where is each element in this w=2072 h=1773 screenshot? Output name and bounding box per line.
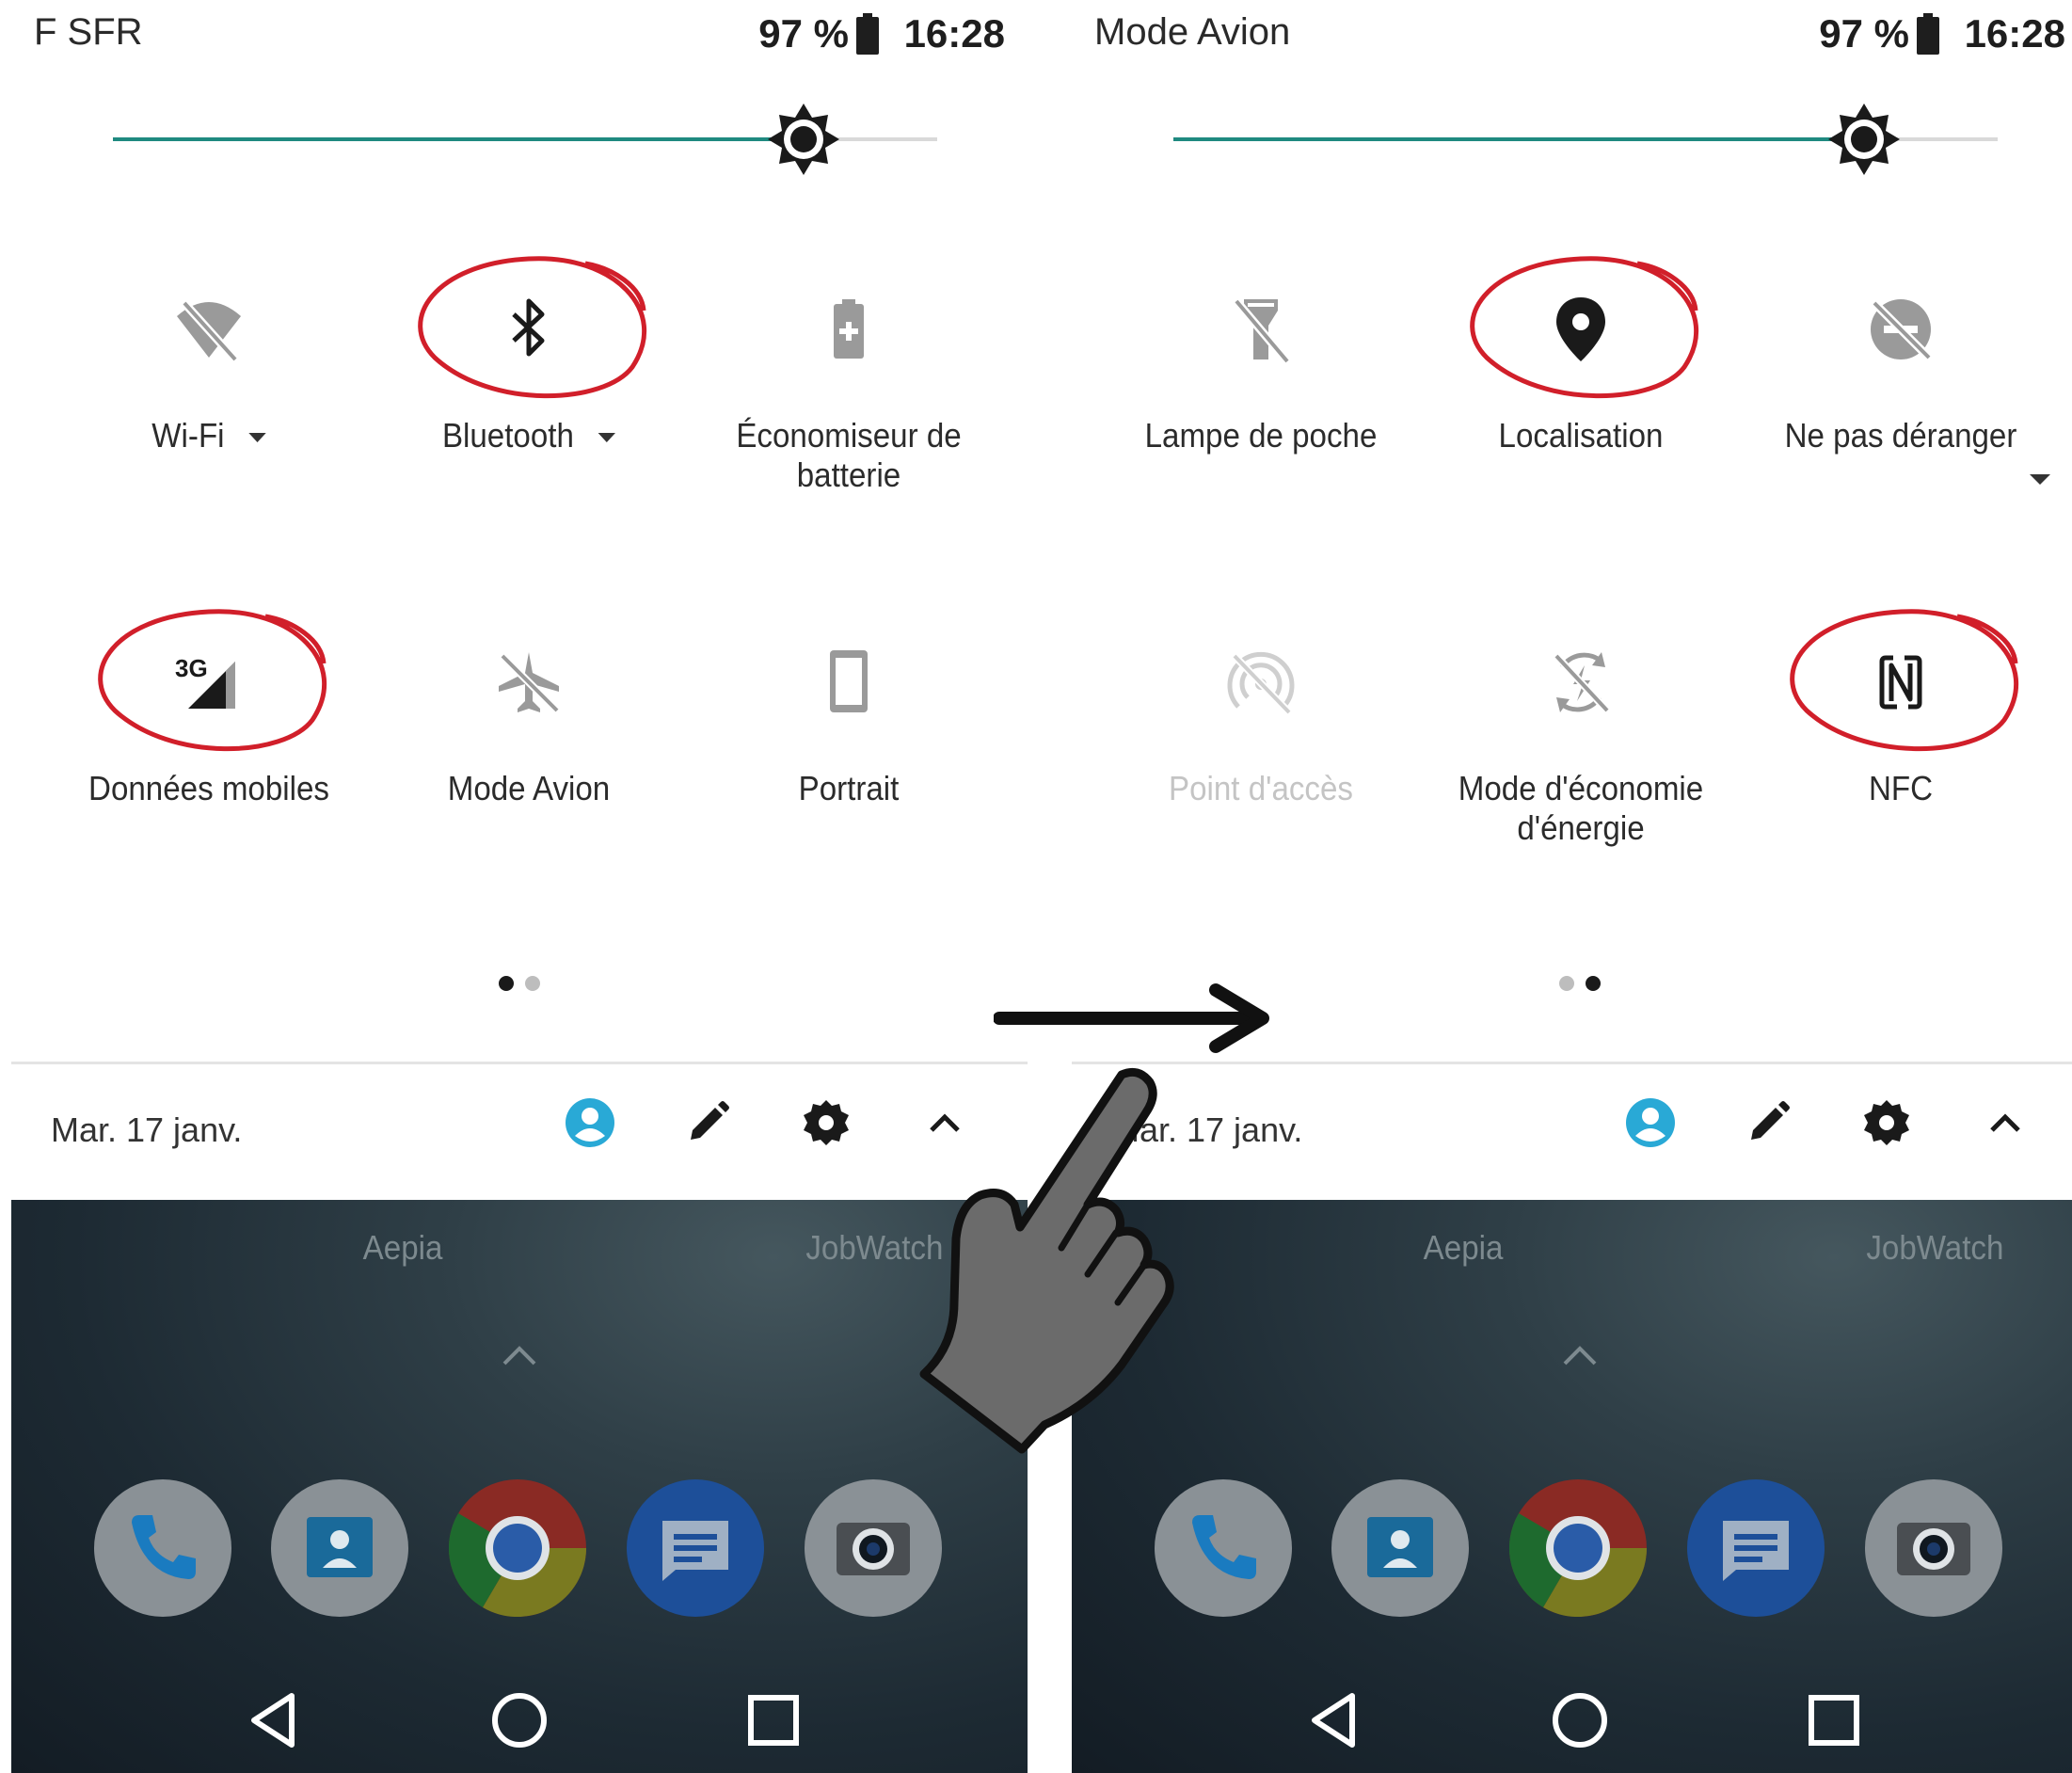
brightness-icon[interactable] bbox=[766, 102, 841, 177]
brightness-slider[interactable] bbox=[1173, 104, 1998, 175]
quick-settings-page-2: Mode Avion 97 % 16:28 Lampe de poche Loc… bbox=[1072, 0, 2072, 1773]
tile-bluetooth[interactable]: Bluetooth bbox=[369, 256, 689, 518]
dropdown-caret-icon[interactable] bbox=[2030, 474, 2050, 485]
tile-battery-saver[interactable]: Économiseur de batterie bbox=[689, 292, 1009, 518]
home-screen: Aepia JobWatch bbox=[11, 1200, 1028, 1773]
brightness-fill bbox=[113, 137, 796, 141]
tile-mobile-data[interactable]: 3G Données mobiles bbox=[49, 609, 369, 871]
page-dot-active bbox=[499, 976, 514, 991]
nfc-icon bbox=[1863, 645, 1938, 720]
edit-pencil-icon[interactable] bbox=[1740, 1094, 1796, 1151]
tile-label: Lampe de poche bbox=[1144, 416, 1378, 455]
home-icon[interactable] bbox=[1542, 1683, 1618, 1758]
hand-pointer-icon bbox=[919, 1067, 1174, 1454]
do-not-disturb-off-icon bbox=[1863, 292, 1938, 367]
carrier-label: F SFR bbox=[34, 11, 143, 53]
tile-location[interactable]: Localisation bbox=[1421, 256, 1741, 518]
app-drawer-chevron-icon[interactable] bbox=[1561, 1341, 1599, 1369]
phone-app-icon[interactable] bbox=[1155, 1479, 1292, 1617]
phone-app-icon[interactable] bbox=[94, 1479, 231, 1617]
dropdown-caret-icon[interactable] bbox=[598, 433, 616, 443]
back-icon[interactable] bbox=[1298, 1683, 1373, 1758]
tile-label: Portrait bbox=[798, 769, 900, 807]
svg-text:3G: 3G bbox=[175, 654, 208, 682]
brightness-slider[interactable] bbox=[113, 104, 937, 175]
status-bar: F SFR 97 % 16:28 bbox=[11, 0, 1028, 75]
tile-label: NFC bbox=[1868, 769, 1934, 807]
tile-power-saving[interactable]: Mode d'économie d'énergie bbox=[1421, 645, 1741, 871]
page-dot bbox=[1559, 976, 1574, 991]
app-label[interactable]: JobWatch bbox=[1866, 1228, 2003, 1268]
tile-label: Mode Avion bbox=[447, 769, 611, 807]
home-icon[interactable] bbox=[482, 1683, 557, 1758]
messages-app-icon[interactable] bbox=[1687, 1479, 1825, 1617]
carrier-label: Mode Avion bbox=[1094, 11, 1291, 53]
home-screen: Aepia JobWatch bbox=[1072, 1200, 2072, 1773]
chrome-app-icon[interactable] bbox=[1509, 1479, 1647, 1617]
collapse-chevron-icon[interactable] bbox=[1977, 1094, 2033, 1151]
app-label[interactable]: Aepia bbox=[363, 1228, 443, 1268]
date-label: Mar. 17 janv. bbox=[51, 1110, 243, 1149]
tile-nfc[interactable]: NFC bbox=[1741, 609, 2061, 871]
camera-app-icon[interactable] bbox=[805, 1479, 942, 1617]
status-bar: Mode Avion 97 % 16:28 bbox=[1072, 0, 2072, 75]
contacts-app-icon[interactable] bbox=[271, 1479, 408, 1617]
battery-icon bbox=[1917, 13, 1939, 55]
flashlight-off-icon bbox=[1223, 292, 1299, 367]
tile-do-not-disturb[interactable]: Ne pas déranger bbox=[1741, 292, 2061, 518]
wifi-off-icon bbox=[171, 292, 247, 367]
tile-hotspot: Point d'accès bbox=[1101, 645, 1421, 871]
tile-label: Localisation bbox=[1498, 416, 1664, 455]
dropdown-caret-icon[interactable] bbox=[248, 433, 266, 443]
messages-app-icon[interactable] bbox=[627, 1479, 764, 1617]
battery-percent: 97 % bbox=[758, 11, 849, 56]
tile-label: Données mobiles bbox=[88, 769, 329, 807]
settings-gear-icon[interactable] bbox=[1858, 1094, 1915, 1151]
page-dot bbox=[525, 976, 540, 991]
recents-icon[interactable] bbox=[1796, 1683, 1872, 1758]
settings-gear-icon[interactable] bbox=[798, 1094, 854, 1151]
battery-saver-icon bbox=[811, 292, 886, 367]
brightness-fill bbox=[1173, 137, 1857, 141]
divider bbox=[11, 1062, 1028, 1064]
tile-portrait[interactable]: Portrait bbox=[689, 645, 1009, 871]
app-label[interactable]: Aepia bbox=[1424, 1228, 1504, 1268]
swipe-arrow-icon bbox=[994, 983, 1269, 1053]
contacts-app-icon[interactable] bbox=[1331, 1479, 1469, 1617]
edit-pencil-icon[interactable] bbox=[679, 1094, 736, 1151]
page-dot-active bbox=[1586, 976, 1601, 991]
tile-label: Mode d'économie d'énergie bbox=[1458, 769, 1704, 847]
tile-flashlight[interactable]: Lampe de poche bbox=[1101, 292, 1421, 518]
tile-wifi[interactable]: Wi-Fi bbox=[49, 292, 369, 518]
divider bbox=[1072, 1062, 2072, 1064]
chrome-app-icon[interactable] bbox=[449, 1479, 586, 1617]
hotspot-off-icon bbox=[1223, 645, 1299, 720]
clock: 16:28 bbox=[1964, 11, 2065, 56]
airplane-mode-off-icon bbox=[491, 645, 566, 720]
tile-label: Wi-Fi bbox=[151, 416, 225, 455]
bluetooth-icon bbox=[491, 292, 566, 367]
tile-label: Bluetooth bbox=[441, 416, 574, 455]
tile-label: Ne pas déranger bbox=[1784, 416, 2017, 455]
battery-icon bbox=[856, 13, 879, 55]
tile-label: Point d'accès bbox=[1169, 769, 1353, 807]
power-saving-off-icon bbox=[1543, 645, 1618, 720]
account-icon[interactable] bbox=[562, 1094, 618, 1151]
tile-airplane-mode[interactable]: Mode Avion bbox=[369, 645, 689, 871]
back-icon[interactable] bbox=[237, 1683, 312, 1758]
account-icon[interactable] bbox=[1622, 1094, 1679, 1151]
battery-percent: 97 % bbox=[1819, 11, 1909, 56]
portrait-icon bbox=[811, 645, 886, 720]
tile-label: Économiseur de batterie bbox=[736, 416, 962, 494]
recents-icon[interactable] bbox=[736, 1683, 811, 1758]
brightness-icon[interactable] bbox=[1826, 102, 1902, 177]
app-drawer-chevron-icon[interactable] bbox=[501, 1341, 538, 1369]
location-pin-icon bbox=[1543, 292, 1618, 367]
camera-app-icon[interactable] bbox=[1865, 1479, 2002, 1617]
mobile-data-3g-icon: 3G bbox=[171, 645, 247, 720]
clock: 16:28 bbox=[903, 11, 1005, 56]
quick-settings-page-1: F SFR 97 % 16:28 Wi-Fi Bluetooth Économi… bbox=[11, 0, 1028, 1773]
